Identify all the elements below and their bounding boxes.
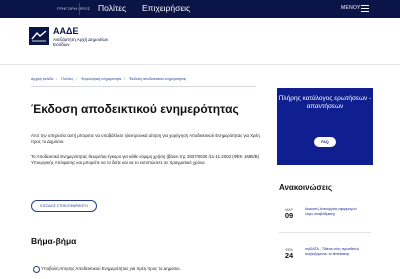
logo-subtitle: Ανεξάρτητη Αρχή Δημοσίων Εσόδων <box>53 37 109 47</box>
aade-logo-icon[interactable] <box>29 27 49 45</box>
menu-label[interactable]: ΜΕΝΟΥ <box>341 5 361 11</box>
breadcrumb-tax-clearance[interactable]: Φορολογική ενημερότητα <box>81 77 121 81</box>
announcement-date: ΦΕΒ 24 <box>281 248 297 260</box>
intro-paragraph: Από την υπηρεσία αυτή μπορείτε να υποβάλ… <box>31 133 260 144</box>
announcement-link[interactable]: myDATA - Τίθεται νέος προσθετός ανεβαζόμ… <box>305 247 365 257</box>
step-bullet-icon <box>33 266 40 273</box>
step-1-text: Υποβολή Αίτησης Αποδεικτικού Ενημερότητα… <box>41 266 181 271</box>
nav-item-citizens[interactable]: Πολίτες <box>98 3 126 13</box>
logo-title[interactable]: ΑΑΔΕ <box>53 26 78 36</box>
faq-button[interactable]: FAQ <box>314 137 336 147</box>
fast-access-link[interactable]: ΓΡΗΓΟΡΗ ΠΡΟΣ <box>57 6 90 11</box>
announcement-date: ΜΑΡ 09 <box>281 208 297 220</box>
breadcrumb-divider <box>31 86 256 87</box>
faq-title: Πλήρης κατάλογος ερωτήσεων - απαντήσεων <box>278 95 372 110</box>
hamburger-icon[interactable] <box>361 5 369 12</box>
nav-divider <box>79 3 80 15</box>
faq-card: Πλήρης κατάλογος ερωτήσεων - απαντήσεων … <box>277 88 373 165</box>
steps-title: Βήμα-βήμα <box>31 236 77 246</box>
breadcrumb-citizens[interactable]: Πολίτες <box>61 77 73 81</box>
announcement-day: 09 <box>284 211 294 220</box>
top-navbar: ΓΡΗΓΟΡΗ ΠΡΟΣ Πολίτες Επιχειρήσεις ΜΕΝΟΥ <box>0 0 400 18</box>
announcements-title: Ανακοινώσεις <box>279 183 333 192</box>
breadcrumb-home[interactable]: Αρχική σελίδα <box>31 77 53 81</box>
announcement-day: 24 <box>284 251 294 260</box>
nav-item-businesses[interactable]: Επιχειρήσεις <box>142 3 190 13</box>
enter-application-button[interactable]: ΕΙΣΟΔΟΣ ΣΤΗΝ ΕΦΑΡΜΟΓΗ <box>31 200 97 212</box>
announcement-divider <box>279 232 371 233</box>
breadcrumb: Αρχική σελίδα / Πολίτες / Φορολογική ενημε… <box>31 77 187 81</box>
site-header: ΑΑΔΕ Ανεξάρτητη Αρχή Δημοσίων Εσόδων <box>0 18 400 65</box>
page-title: Έκδοση αποδεικτικού ενημερότητας <box>31 102 239 116</box>
announcement-link[interactable]: Διακοπή λειτουργίας εφαρμογών λόγω αναβά… <box>305 207 365 217</box>
breadcrumb-current: Έκδοση αποδεικτικού ενημερότητας <box>129 77 187 81</box>
validity-paragraph: Το Αποδεικτικό Ενημερότητας θεωρείται έγ… <box>31 154 260 165</box>
